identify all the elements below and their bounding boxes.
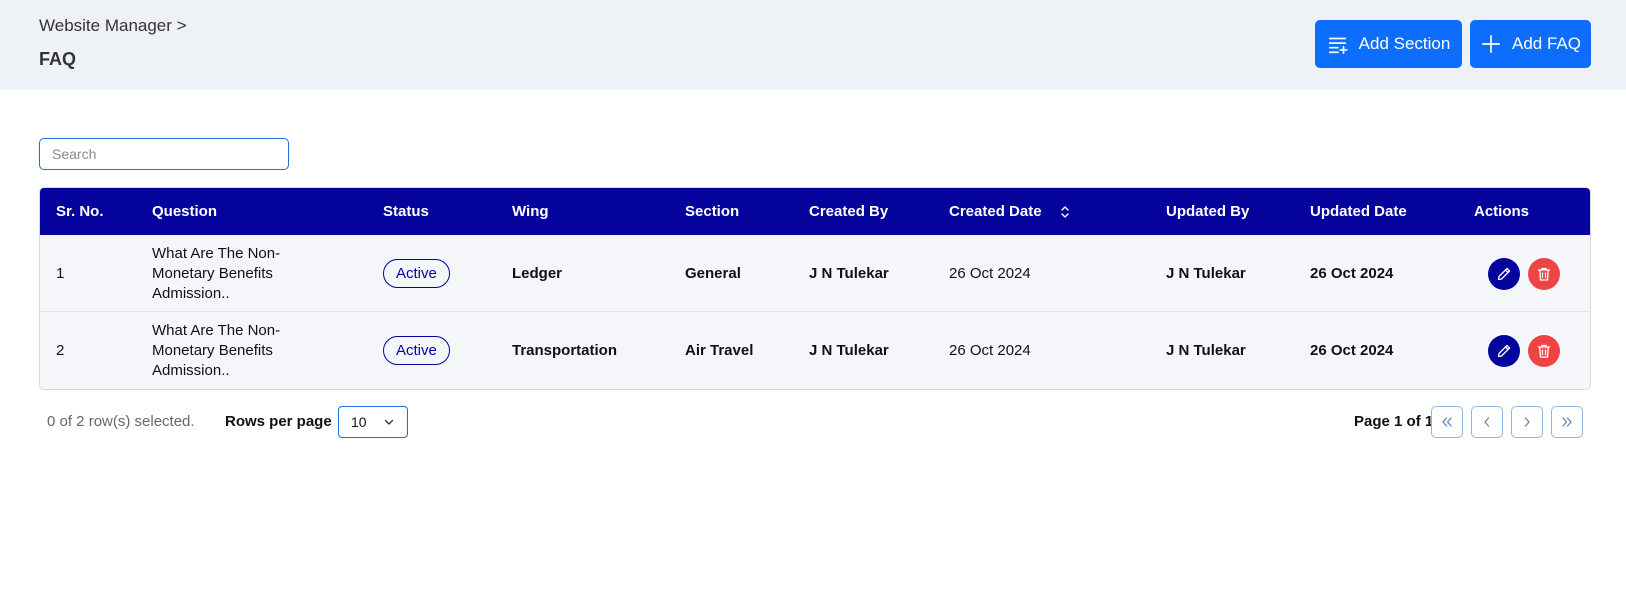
first-page-button[interactable] [1431, 406, 1463, 438]
delete-button[interactable] [1528, 335, 1560, 367]
status-badge: Active [383, 259, 450, 288]
last-page-button[interactable] [1551, 406, 1583, 438]
delete-button[interactable] [1528, 258, 1560, 290]
cell-updated-by: J N Tulekar [1166, 265, 1246, 282]
selected-count: 0 of 2 row(s) selected. [47, 413, 195, 430]
table-row: 2 What Are The Non-Monetary Benefits Adm… [40, 312, 1590, 389]
cell-status: Active [383, 235, 450, 312]
cell-updated-date: 26 Oct 2024 [1310, 265, 1394, 282]
trash-icon [1537, 344, 1551, 358]
trash-icon [1537, 267, 1551, 281]
page-info: Page 1 of 1 [1354, 413, 1434, 430]
col-updated-by: Updated By [1166, 203, 1250, 220]
chevron-right-icon [1524, 417, 1530, 427]
cell-created-by: J N Tulekar [809, 342, 889, 359]
add-section-label: Add Section [1358, 34, 1451, 53]
sort-icon[interactable] [1060, 204, 1070, 220]
cell-wing: Transportation [512, 342, 618, 359]
col-updated-date: Updated Date [1310, 203, 1407, 220]
col-sr-no: Sr. No. [56, 203, 104, 220]
cell-question: What Are The Non-Monetary Benefits Admis… [152, 321, 281, 379]
rows-per-page-value: 10 [351, 414, 367, 430]
cell-status: Active [383, 312, 450, 389]
next-page-button[interactable] [1511, 406, 1543, 438]
cell-section: General [685, 265, 741, 282]
cell-question: What Are The Non-Monetary Benefits Admis… [152, 244, 281, 302]
edit-button[interactable] [1488, 258, 1520, 290]
cell-created-date: 26 Oct 2024 [949, 265, 1031, 282]
chevron-left-icon [1484, 417, 1490, 427]
add-faq-button[interactable]: Add FAQ [1470, 20, 1591, 68]
faq-table: Sr. No. Question Status Wing Section Cre… [39, 187, 1591, 390]
table-header: Sr. No. Question Status Wing Section Cre… [40, 188, 1590, 235]
search-input[interactable] [39, 138, 289, 170]
cell-wing: Ledger [512, 265, 563, 282]
cell-sr-no: 2 [56, 342, 65, 359]
edit-button[interactable] [1488, 335, 1520, 367]
col-status: Status [383, 203, 429, 220]
plus-icon [1481, 34, 1501, 54]
table-row: 1 What Are The Non-Monetary Benefits Adm… [40, 235, 1590, 312]
col-wing: Wing [512, 203, 549, 220]
cell-updated-by: J N Tulekar [1166, 342, 1246, 359]
cell-created-date: 26 Oct 2024 [949, 342, 1031, 359]
prev-page-button[interactable] [1471, 406, 1503, 438]
status-badge: Active [383, 336, 450, 365]
page-title: FAQ [39, 49, 77, 69]
pencil-icon [1497, 267, 1511, 281]
list-plus-icon [1328, 37, 1348, 54]
add-section-button[interactable]: Add Section [1315, 20, 1462, 68]
rows-per-page-label: Rows per page [225, 413, 332, 430]
chevrons-left-icon [1442, 417, 1452, 427]
breadcrumb[interactable]: Website Manager > [39, 16, 187, 36]
cell-section: Air Travel [685, 342, 754, 359]
chevron-down-icon [384, 419, 394, 425]
col-section: Section [685, 203, 740, 220]
cell-sr-no: 1 [56, 265, 65, 282]
cell-updated-date: 26 Oct 2024 [1310, 342, 1394, 359]
rows-per-page-select[interactable]: 10 [338, 406, 408, 438]
page-header: Website Manager > FAQ Add Section Add FA… [0, 0, 1626, 90]
cell-created-by: J N Tulekar [809, 265, 889, 282]
col-created-date[interactable]: Created Date [949, 188, 1042, 235]
pencil-icon [1497, 344, 1511, 358]
col-question: Question [152, 203, 218, 220]
col-created-by: Created By [809, 203, 889, 220]
col-actions: Actions [1474, 203, 1530, 220]
add-faq-label: Add FAQ [1512, 34, 1581, 53]
chevrons-right-icon [1562, 417, 1572, 427]
